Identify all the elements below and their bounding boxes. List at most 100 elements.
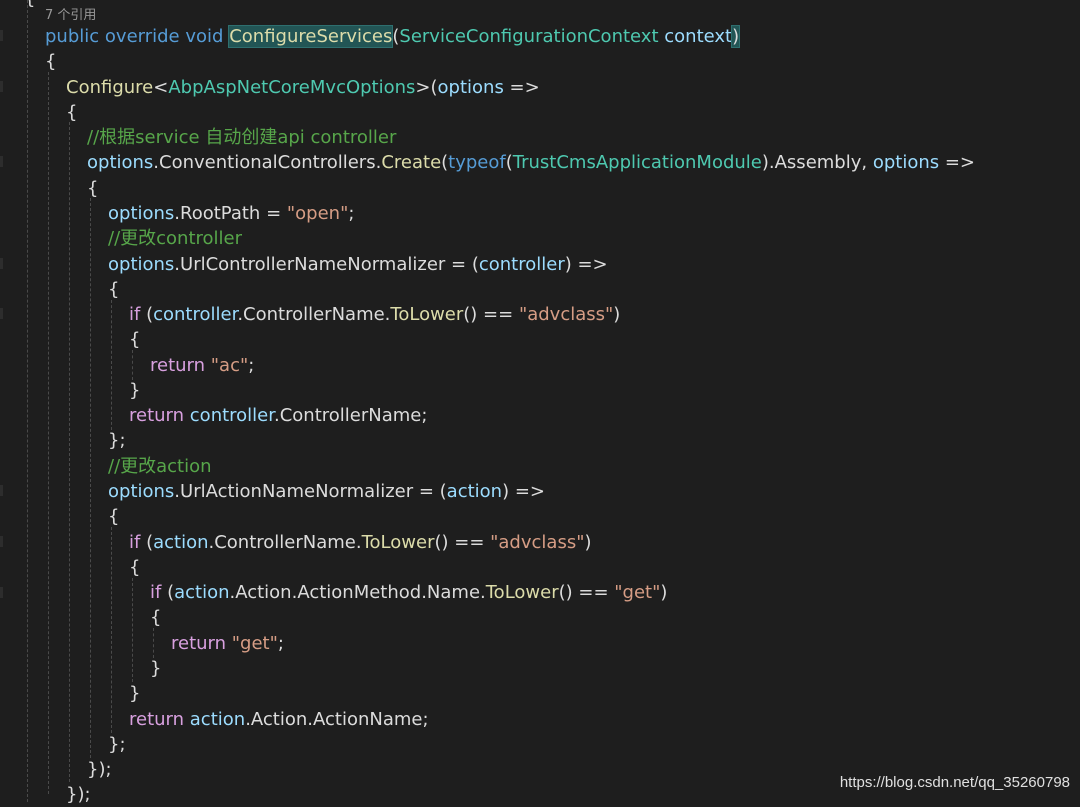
punct: ): [660, 582, 668, 603]
string-literal: "ac": [210, 355, 249, 376]
code-line-return-get[interactable]: return "get";: [171, 631, 284, 656]
variable: action: [174, 582, 230, 603]
code-line[interactable]: {: [87, 176, 98, 201]
code-line-top-brace: {: [24, 0, 35, 11]
gutter-marker: [0, 308, 3, 319]
code-line-if-controller[interactable]: if (controller.ControllerName.ToLower() …: [129, 302, 620, 327]
gutter-marker: [0, 30, 3, 41]
string-literal: "get": [614, 582, 661, 603]
code-line-conventional-controllers[interactable]: options.ConventionalControllers.Create(t…: [87, 150, 975, 175]
member: .ControllerName;: [274, 405, 428, 426]
punct: >(: [415, 77, 438, 98]
variable: action: [189, 709, 246, 730]
string-literal: "get": [231, 633, 278, 654]
type-name: AbpAspNetCoreMvcOptions: [168, 77, 416, 98]
keyword-if: if: [129, 532, 141, 553]
code-line[interactable]: {: [129, 327, 140, 352]
code-line[interactable]: {: [129, 555, 140, 580]
code-line-root-path[interactable]: options.RootPath = "open";: [108, 201, 354, 226]
code-line-method-signature[interactable]: public override void ConfigureServices(S…: [45, 24, 741, 49]
member: .RootPath =: [174, 203, 287, 224]
variable: options: [87, 152, 154, 173]
code-comment[interactable]: //根据service 自动创建api controller: [87, 125, 396, 150]
keyword-if: if: [129, 304, 141, 325]
string-literal: "advclass": [518, 304, 614, 325]
indent-guide: [111, 527, 112, 733]
gutter-marker: [0, 81, 3, 92]
punct: (: [505, 152, 513, 173]
punct: ) =>: [564, 254, 608, 275]
code-line-url-action-normalizer[interactable]: options.UrlActionNameNormalizer = (actio…: [108, 479, 545, 504]
variable: action: [446, 481, 503, 502]
code-comment[interactable]: //更改controller: [108, 226, 242, 251]
variable: options: [108, 203, 175, 224]
code-line[interactable]: }: [150, 656, 161, 681]
code-line[interactable]: });: [66, 782, 91, 807]
member: .Action.ActionName;: [245, 709, 429, 730]
gutter-marker: [0, 258, 3, 269]
code-line-url-controller-normalizer[interactable]: options.UrlControllerNameNormalizer = (c…: [108, 252, 608, 277]
code-line[interactable]: {: [66, 100, 77, 125]
variable: controller: [189, 405, 274, 426]
gutter-marker: [0, 485, 3, 496]
code-line[interactable]: {: [150, 605, 161, 630]
code-editor[interactable]: { 7 个引用 public override void ConfigureSe…: [0, 0, 1080, 805]
method-name-highlighted[interactable]: ConfigureServices: [228, 25, 394, 48]
punct: () ==: [558, 582, 615, 603]
code-line-return-ac[interactable]: return "ac";: [150, 353, 254, 378]
punct: ): [584, 532, 592, 553]
punct: ;: [248, 355, 255, 376]
member: ConventionalControllers: [159, 152, 376, 173]
punct: (: [140, 532, 154, 553]
code-line[interactable]: }: [129, 681, 140, 706]
code-line-configure[interactable]: Configure<AbpAspNetCoreMvcOptions>(optio…: [66, 75, 540, 100]
code-line[interactable]: });: [87, 757, 112, 782]
keyword-if: if: [150, 582, 162, 603]
code-line[interactable]: {: [45, 49, 56, 74]
punct: ) =>: [502, 481, 545, 502]
reference-count-codelens[interactable]: 7 个引用: [45, 8, 96, 24]
indent-guide: [111, 300, 112, 430]
punct: (: [161, 582, 175, 603]
keyword-return: return: [150, 355, 206, 376]
indent-guide: [132, 578, 133, 682]
member: ).Assembly,: [761, 152, 873, 173]
variable: controller: [153, 304, 238, 325]
indent-guide: [132, 350, 133, 380]
punct: ): [613, 304, 621, 325]
keyword-override: override: [104, 26, 180, 47]
code-line[interactable]: };: [108, 428, 126, 453]
indent-guide: [48, 72, 49, 794]
punct: ): [731, 25, 741, 48]
code-line-return-action-name[interactable]: return action.Action.ActionName;: [129, 707, 429, 732]
keyword-typeof: typeof: [448, 152, 506, 173]
code-line-if-action-controller[interactable]: if (action.ControllerName.ToLower() == "…: [129, 530, 592, 555]
member: .UrlControllerNameNormalizer = (: [174, 254, 479, 275]
indent-guide: [153, 628, 154, 658]
keyword-public: public: [45, 26, 100, 47]
punct: =>: [939, 152, 976, 173]
code-line[interactable]: };: [108, 732, 126, 757]
code-line-if-action-method[interactable]: if (action.Action.ActionMethod.Name.ToLo…: [150, 580, 667, 605]
keyword-return: return: [171, 633, 227, 654]
code-comment[interactable]: //更改action: [108, 454, 212, 479]
method-call: ToLower: [361, 532, 435, 553]
punct: ;: [348, 203, 355, 224]
indent-guide: [90, 198, 91, 758]
code-line-return-controller-name[interactable]: return controller.ControllerName;: [129, 403, 427, 428]
punct: =>: [503, 77, 540, 98]
method-call: ToLower: [390, 304, 464, 325]
code-line[interactable]: }: [129, 378, 140, 403]
method-call: Create: [381, 152, 442, 173]
member: .UrlActionNameNormalizer = (: [174, 481, 447, 502]
code-line[interactable]: {: [108, 504, 119, 529]
string-literal: "open": [286, 203, 349, 224]
type-name: TrustCmsApplicationModule: [512, 152, 762, 173]
keyword-return: return: [129, 709, 185, 730]
type-name: ServiceConfigurationContext: [399, 26, 659, 47]
member: .Action.ActionMethod.Name.: [229, 582, 486, 603]
variable: action: [153, 532, 209, 553]
code-line[interactable]: {: [108, 277, 119, 302]
member: .ControllerName.: [208, 532, 362, 553]
method-call: ToLower: [485, 582, 559, 603]
